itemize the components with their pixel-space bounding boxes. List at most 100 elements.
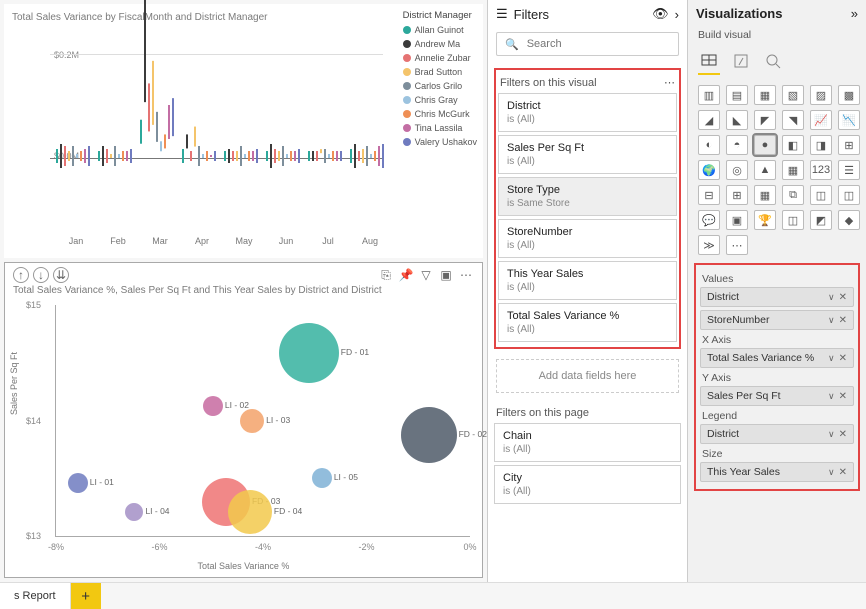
filter-icon[interactable]: ▽ bbox=[418, 267, 434, 283]
bar[interactable] bbox=[370, 154, 372, 159]
bar[interactable] bbox=[232, 151, 234, 161]
filter-search[interactable]: 🔍 bbox=[496, 32, 679, 56]
viz-type-icon[interactable]: 📈 bbox=[810, 110, 832, 130]
bar[interactable] bbox=[168, 105, 170, 139]
bar[interactable] bbox=[118, 154, 120, 159]
viz-type-icon[interactable]: ◫ bbox=[810, 185, 832, 205]
bar[interactable] bbox=[156, 112, 158, 141]
viz-type-icon[interactable]: ● bbox=[754, 135, 776, 155]
viz-type-icon[interactable]: ◐ bbox=[698, 135, 720, 155]
bar[interactable] bbox=[68, 151, 70, 161]
bar[interactable] bbox=[56, 149, 58, 164]
filter-card[interactable]: Cityis (All) bbox=[494, 465, 681, 504]
bar[interactable] bbox=[358, 151, 360, 161]
add-page-button[interactable]: + bbox=[71, 583, 101, 609]
bar[interactable] bbox=[148, 83, 150, 132]
bar[interactable] bbox=[374, 151, 376, 161]
chevron-down-icon[interactable]: ∨ bbox=[828, 429, 835, 440]
bar[interactable] bbox=[320, 149, 322, 154]
drill-down-icon[interactable]: ↓ bbox=[33, 267, 49, 283]
viz-type-icon[interactable]: ◫ bbox=[782, 210, 804, 230]
chevron-down-icon[interactable]: ∨ bbox=[828, 467, 835, 478]
bubble[interactable] bbox=[279, 323, 339, 383]
bubble[interactable] bbox=[401, 407, 457, 463]
bar[interactable] bbox=[354, 144, 356, 168]
bar[interactable] bbox=[64, 146, 66, 165]
bar[interactable] bbox=[324, 149, 326, 164]
bar[interactable] bbox=[378, 146, 380, 165]
filter-card[interactable]: This Year Salesis (All) bbox=[498, 261, 677, 300]
bar[interactable] bbox=[194, 127, 196, 146]
bar[interactable] bbox=[290, 151, 292, 161]
viz-type-icon[interactable]: 🌍 bbox=[698, 160, 720, 180]
page-tab[interactable]: s Report bbox=[0, 583, 71, 609]
focus-icon[interactable]: ▣ bbox=[438, 267, 454, 283]
bubble[interactable] bbox=[228, 490, 272, 534]
bar[interactable] bbox=[240, 146, 242, 165]
filter-card[interactable]: Chainis (All) bbox=[494, 423, 681, 462]
bar[interactable] bbox=[332, 151, 334, 161]
bar[interactable] bbox=[362, 149, 364, 164]
tab-format[interactable] bbox=[730, 47, 752, 75]
viz-type-icon[interactable]: ▲ bbox=[754, 160, 776, 180]
bar[interactable] bbox=[110, 154, 112, 159]
bar[interactable] bbox=[294, 151, 296, 161]
chevron-down-icon[interactable]: ∨ bbox=[828, 315, 835, 326]
bar[interactable] bbox=[366, 146, 368, 165]
remove-icon[interactable]: ✕ bbox=[839, 467, 847, 478]
remove-icon[interactable]: ✕ bbox=[839, 353, 847, 364]
viz-type-icon[interactable]: ▣ bbox=[726, 210, 748, 230]
collapse-icon[interactable]: › bbox=[675, 7, 679, 22]
viz-type-icon[interactable]: ◧ bbox=[782, 135, 804, 155]
bar[interactable] bbox=[80, 151, 82, 161]
viz-type-icon[interactable]: 💬 bbox=[698, 210, 720, 230]
viz-type-icon[interactable]: ◓ bbox=[726, 135, 748, 155]
bubble[interactable] bbox=[68, 473, 88, 493]
viz-type-icon[interactable]: ▦ bbox=[754, 185, 776, 205]
pin-icon[interactable]: 📌 bbox=[398, 267, 414, 283]
bubble[interactable] bbox=[125, 503, 143, 521]
viz-type-icon[interactable]: ⊞ bbox=[838, 135, 860, 155]
filter-card[interactable]: Sales Per Sq Ftis (All) bbox=[498, 135, 677, 174]
viz-type-icon[interactable]: ▧ bbox=[782, 85, 804, 105]
eye-icon[interactable]: 👁 bbox=[652, 6, 669, 22]
chevron-down-icon[interactable]: ∨ bbox=[828, 391, 835, 402]
bar[interactable] bbox=[190, 151, 192, 161]
filter-card[interactable]: StoreNumberis (All) bbox=[498, 219, 677, 258]
bar[interactable] bbox=[312, 151, 314, 161]
legend-item[interactable]: Chris McGurk bbox=[403, 107, 477, 121]
viz-type-icon[interactable]: ☰ bbox=[838, 160, 860, 180]
bar[interactable] bbox=[198, 146, 200, 165]
bar[interactable] bbox=[336, 151, 338, 161]
bubble[interactable] bbox=[312, 468, 332, 488]
legend-item[interactable]: Andrew Ma bbox=[403, 37, 477, 51]
bar[interactable] bbox=[202, 154, 204, 159]
well-item-storenumber[interactable]: StoreNumber∨✕ bbox=[700, 310, 854, 330]
viz-type-icon[interactable]: 📉 bbox=[838, 110, 860, 130]
bar[interactable] bbox=[248, 151, 250, 161]
viz-type-icon[interactable]: ◣ bbox=[726, 110, 748, 130]
bar[interactable] bbox=[88, 146, 90, 165]
bar[interactable] bbox=[274, 149, 276, 164]
legend-item[interactable]: Tina Lassila bbox=[403, 121, 477, 135]
bar[interactable] bbox=[278, 151, 280, 161]
chevron-down-icon[interactable]: ∨ bbox=[828, 292, 835, 303]
bar[interactable] bbox=[282, 146, 284, 165]
viz-type-icon[interactable]: ▩ bbox=[838, 85, 860, 105]
bar[interactable] bbox=[316, 151, 318, 161]
remove-icon[interactable]: ✕ bbox=[839, 315, 847, 326]
bar[interactable] bbox=[172, 98, 174, 137]
bar[interactable] bbox=[298, 149, 300, 164]
remove-icon[interactable]: ✕ bbox=[839, 429, 847, 440]
add-fields-drop[interactable]: Add data fields here bbox=[496, 359, 679, 393]
bar[interactable] bbox=[126, 151, 128, 161]
viz-type-icon[interactable]: 123 bbox=[810, 160, 832, 180]
viz-type-icon[interactable]: ⊞ bbox=[726, 185, 748, 205]
viz-type-icon[interactable]: ⋯ bbox=[726, 235, 748, 255]
bubble[interactable] bbox=[240, 409, 264, 433]
bar[interactable] bbox=[228, 149, 230, 164]
bar[interactable] bbox=[98, 151, 100, 161]
bar[interactable] bbox=[84, 149, 86, 164]
well-item-yaxis[interactable]: Sales Per Sq Ft∨✕ bbox=[700, 386, 854, 406]
bar[interactable] bbox=[130, 149, 132, 164]
